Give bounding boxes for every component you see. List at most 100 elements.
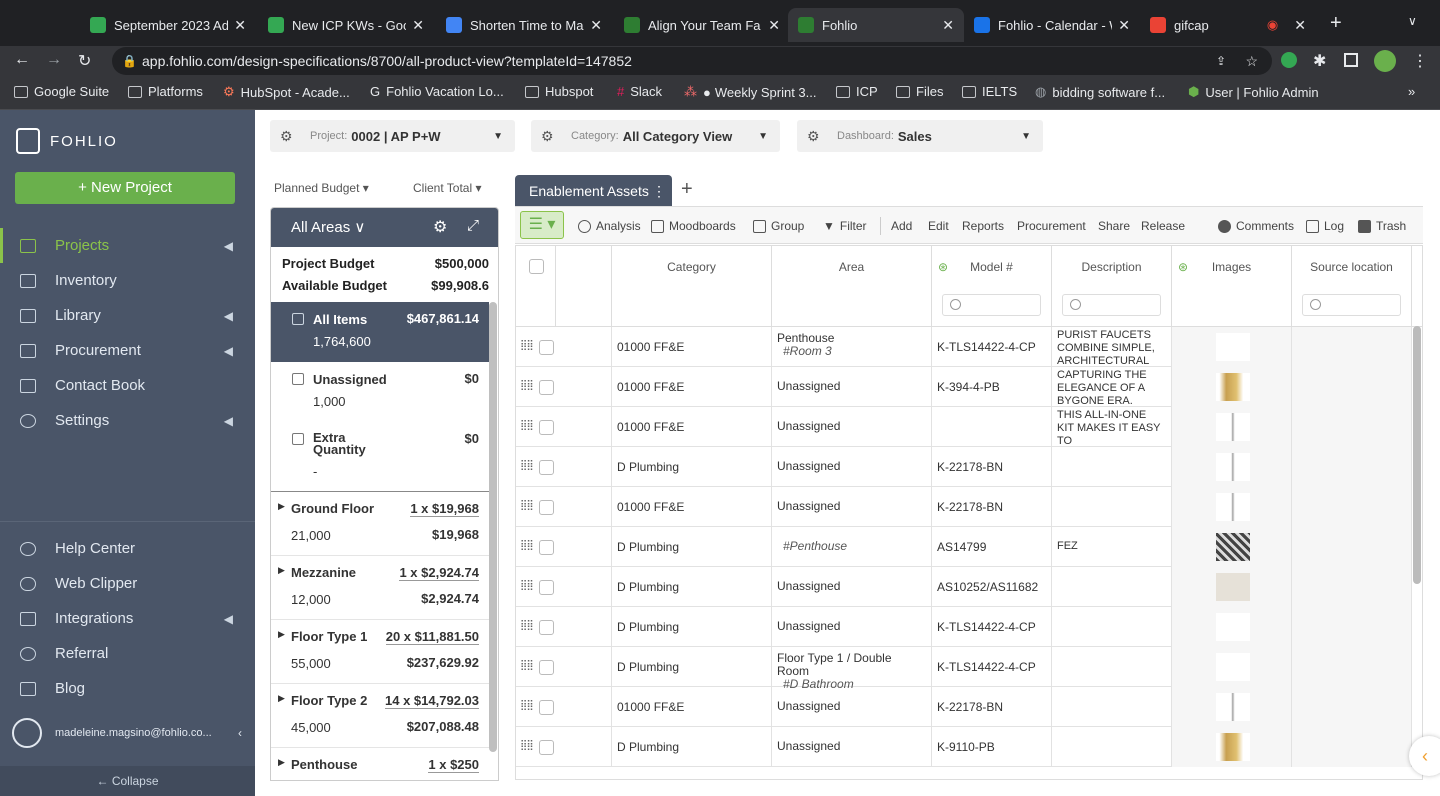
area-cell[interactable]: Unassigned bbox=[772, 407, 932, 447]
profile-avatar[interactable] bbox=[1374, 50, 1396, 72]
source-location-cell[interactable] bbox=[1292, 607, 1412, 647]
category-cell[interactable]: 01000 FF&E bbox=[612, 327, 772, 367]
model-cell[interactable]: AS14799 bbox=[932, 527, 1052, 567]
sidepanel-icon[interactable] bbox=[1344, 53, 1358, 67]
bookmark[interactable]: Google Suite bbox=[14, 84, 109, 99]
image-cell[interactable] bbox=[1172, 687, 1292, 727]
tab-search-icon[interactable]: ∨ bbox=[1408, 14, 1417, 28]
model-cell[interactable]: K-394-4-PB bbox=[932, 367, 1052, 407]
star-icon[interactable]: ☆ bbox=[1245, 47, 1258, 75]
drag-handle-icon[interactable]: ⣿⣿ bbox=[520, 540, 534, 551]
source-location-cell[interactable] bbox=[1292, 687, 1412, 727]
select-all-checkbox[interactable] bbox=[529, 259, 544, 274]
model-cell[interactable]: K-9110-PB bbox=[932, 727, 1052, 767]
sidebar-item-integrations[interactable]: Integrations ◀ bbox=[0, 601, 255, 636]
sidebar-item-referral[interactable]: Referral bbox=[0, 636, 255, 671]
bookmark[interactable]: ICP bbox=[836, 84, 878, 99]
row-checkbox[interactable] bbox=[539, 540, 554, 555]
product-thumbnail[interactable] bbox=[1216, 653, 1250, 681]
close-icon[interactable]: ✕ bbox=[1294, 17, 1306, 34]
source-location-cell[interactable] bbox=[1292, 487, 1412, 527]
area-cell[interactable]: Unassigned bbox=[772, 487, 932, 527]
row-checkbox[interactable] bbox=[539, 460, 554, 475]
drag-handle-icon[interactable]: ⣿⣿ bbox=[520, 700, 534, 711]
browser-tab[interactable]: Fohlio - Calendar - W ✕ bbox=[964, 8, 1140, 42]
area-select[interactable]: All Areas ∨ bbox=[291, 218, 365, 236]
bookmark[interactable]: Platforms bbox=[128, 84, 203, 99]
image-cell[interactable] bbox=[1172, 567, 1292, 607]
image-cell[interactable] bbox=[1172, 527, 1292, 567]
category-cell[interactable]: D Plumbing bbox=[612, 527, 772, 567]
image-cell[interactable] bbox=[1172, 487, 1292, 527]
drag-handle-icon[interactable]: ⣿⣿ bbox=[520, 500, 534, 511]
category-cell[interactable]: 01000 FF&E bbox=[612, 407, 772, 447]
table-row[interactable]: ⣿⣿ 01000 FF&E Penthouse #Room 3 K-TLS14422-4… bbox=[516, 327, 1412, 367]
bookmark[interactable]: G Fohlio Vacation Lo... bbox=[370, 84, 504, 99]
close-icon[interactable]: ✕ bbox=[942, 17, 954, 34]
expand-icon[interactable]: ⤢ bbox=[467, 217, 479, 234]
close-icon[interactable]: ✕ bbox=[412, 17, 424, 34]
table-row[interactable]: ⣿⣿ D Plumbing #Penthouse AS14799 FEZ bbox=[516, 527, 1412, 567]
release-button[interactable]: Release bbox=[1141, 219, 1185, 233]
description-cell[interactable] bbox=[1052, 687, 1172, 727]
table-row[interactable]: ⣿⣿ 01000 FF&E Unassigned K-22178-BN bbox=[516, 487, 1412, 527]
caret-right-icon[interactable]: ▶ bbox=[278, 501, 285, 512]
category-cell[interactable]: D Plumbing bbox=[612, 607, 772, 647]
table-row[interactable]: ⣿⣿ 01000 FF&E Unassigned K-394-4-PB CAPTURIN… bbox=[516, 367, 1412, 407]
source-location-cell[interactable] bbox=[1292, 447, 1412, 487]
comments-button[interactable]: Comments bbox=[1218, 219, 1294, 233]
area-cell[interactable]: #Penthouse bbox=[772, 527, 932, 567]
table-row[interactable]: ⣿⣿ D Plumbing Unassigned K-22178-BN bbox=[516, 447, 1412, 487]
procurement-button[interactable]: Procurement bbox=[1017, 219, 1086, 233]
caret-right-icon[interactable]: ▶ bbox=[278, 565, 285, 576]
area-cell[interactable]: Floor Type 1 / Double Room #D Bathroom bbox=[772, 647, 932, 691]
model-cell[interactable]: K-TLS14422-4-CP bbox=[932, 647, 1052, 687]
area-cell[interactable]: Unassigned bbox=[772, 447, 932, 487]
column-header-description[interactable]: Description bbox=[1052, 246, 1172, 326]
model-cell[interactable]: AS10252/AS11682 bbox=[932, 567, 1052, 607]
sidebar-item-web-clipper[interactable]: Web Clipper bbox=[0, 566, 255, 601]
filter-button[interactable]: ▼ Filter bbox=[823, 219, 867, 233]
category-cell[interactable]: 01000 FF&E bbox=[612, 367, 772, 407]
menu-icon[interactable]: ⋮ bbox=[1412, 51, 1428, 71]
table-row[interactable]: ⣿⣿ 01000 FF&E Unassigned THIS ALL-IN-ONE KI… bbox=[516, 407, 1412, 447]
brand-logo[interactable]: FOHLIO bbox=[16, 128, 118, 154]
floor-item[interactable]: ▶ Floor Type 1 20 x $11,881.50 55,000 $2… bbox=[271, 620, 489, 684]
source-location-cell[interactable] bbox=[1292, 567, 1412, 607]
product-thumbnail[interactable] bbox=[1216, 373, 1250, 401]
model-cell[interactable]: K-TLS14422-4-CP bbox=[932, 607, 1052, 647]
drag-handle-icon[interactable]: ⣿⣿ bbox=[520, 380, 534, 391]
model-cell[interactable]: K-TLS14422-4-CP bbox=[932, 327, 1052, 367]
close-icon[interactable]: ✕ bbox=[1118, 17, 1130, 34]
category-cell[interactable]: D Plumbing bbox=[612, 647, 772, 687]
category-cell[interactable]: D Plumbing bbox=[612, 447, 772, 487]
description-cell[interactable] bbox=[1052, 567, 1172, 607]
sidebar-item-settings[interactable]: Settings ◀ bbox=[0, 403, 255, 438]
close-icon[interactable]: ✕ bbox=[590, 17, 602, 34]
source-location-cell[interactable] bbox=[1292, 367, 1412, 407]
back-icon[interactable]: ← bbox=[14, 51, 30, 69]
bookmark[interactable]: # Slack bbox=[617, 84, 662, 99]
project-select[interactable]: ⚙ Project: 0002 | AP P+W ▼ bbox=[270, 120, 515, 152]
image-cell[interactable] bbox=[1172, 647, 1292, 687]
sidebar-item-library[interactable]: Library ◀ bbox=[0, 298, 255, 333]
browser-tab-active[interactable]: Fohlio ✕ bbox=[788, 8, 964, 42]
browser-tab[interactable]: September 2023 Ad ✕ bbox=[80, 8, 256, 42]
row-checkbox[interactable] bbox=[539, 380, 554, 395]
reports-button[interactable]: Reports bbox=[962, 219, 1004, 233]
sidebar-item-projects[interactable]: Projects ◀ bbox=[0, 228, 255, 263]
share-button[interactable]: Share bbox=[1098, 219, 1130, 233]
area-cell[interactable]: Unassigned bbox=[772, 607, 932, 647]
drag-handle-icon[interactable]: ⣿⣿ bbox=[520, 580, 534, 591]
scrollbar[interactable] bbox=[489, 302, 497, 752]
client-total-select[interactable]: Client Total ▾ bbox=[413, 181, 482, 195]
row-checkbox[interactable] bbox=[539, 700, 554, 715]
tab-enablement-assets[interactable]: Enablement Assets ⋮ bbox=[515, 175, 672, 207]
gear-icon[interactable]: ⚙ bbox=[433, 217, 447, 237]
product-thumbnail[interactable] bbox=[1216, 573, 1250, 601]
area-item-all-items[interactable]: All Items $467,861.14 1,764,600 bbox=[271, 302, 489, 362]
more-vert-icon[interactable]: ⋮ bbox=[652, 175, 666, 207]
floor-item[interactable]: ▶ Floor Type 2 14 x $14,792.03 45,000 $2… bbox=[271, 684, 489, 748]
sidebar-item-procurement[interactable]: Procurement ◀ bbox=[0, 333, 255, 368]
description-cell[interactable] bbox=[1052, 447, 1172, 487]
